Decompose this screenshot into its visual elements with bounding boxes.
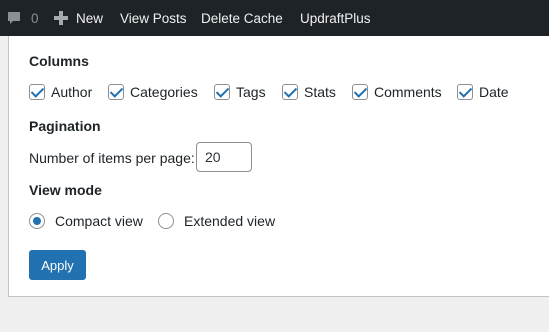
per-page-input[interactable] bbox=[196, 142, 252, 172]
columns-heading: Columns bbox=[29, 53, 89, 69]
admin-bar-delete-cache[interactable]: Delete Cache bbox=[201, 0, 283, 36]
column-toggle-author[interactable]: Author bbox=[29, 83, 92, 101]
screen-options-panel: Columns Author Categories Tags Stats Com… bbox=[8, 36, 549, 297]
admin-bar-updraftplus[interactable]: UpdraftPlus bbox=[300, 0, 371, 36]
tags-checkbox[interactable] bbox=[214, 84, 230, 100]
view-mode-heading: View mode bbox=[29, 182, 102, 198]
date-label: Date bbox=[479, 84, 509, 100]
per-page-label: Number of items per page: bbox=[29, 150, 195, 166]
admin-bar-comments[interactable]: 0 bbox=[6, 0, 39, 36]
author-label: Author bbox=[51, 84, 93, 100]
compact-view-radio[interactable] bbox=[29, 213, 45, 229]
admin-bar-view-posts[interactable]: View Posts bbox=[120, 0, 187, 36]
extended-view-radio[interactable] bbox=[158, 213, 174, 229]
admin-bar-new-label: New bbox=[76, 10, 104, 26]
categories-label: Categories bbox=[130, 84, 198, 100]
extended-view-label: Extended view bbox=[184, 213, 276, 229]
author-checkbox[interactable] bbox=[29, 84, 45, 100]
comments-count: 0 bbox=[31, 10, 39, 26]
plus-icon bbox=[54, 11, 68, 25]
stats-checkbox[interactable] bbox=[282, 84, 298, 100]
date-checkbox[interactable] bbox=[457, 84, 473, 100]
column-toggle-tags[interactable]: Tags bbox=[214, 83, 266, 101]
column-toggle-comments[interactable]: Comments bbox=[352, 83, 442, 101]
admin-bar-new[interactable]: New bbox=[54, 0, 103, 36]
comment-bubble-icon bbox=[8, 12, 20, 24]
column-toggle-categories[interactable]: Categories bbox=[108, 83, 198, 101]
admin-bar: 0 New View Posts Delete Cache UpdraftPlu… bbox=[0, 0, 549, 36]
view-mode-compact[interactable]: Compact view bbox=[29, 212, 143, 230]
apply-button[interactable]: Apply bbox=[29, 250, 86, 280]
pagination-heading: Pagination bbox=[29, 118, 101, 134]
column-toggle-stats[interactable]: Stats bbox=[282, 83, 336, 101]
comments-label: Comments bbox=[374, 84, 442, 100]
stats-label: Stats bbox=[304, 84, 336, 100]
column-toggle-date[interactable]: Date bbox=[457, 83, 509, 101]
categories-checkbox[interactable] bbox=[108, 84, 124, 100]
view-mode-extended[interactable]: Extended view bbox=[158, 212, 275, 230]
compact-view-label: Compact view bbox=[55, 213, 143, 229]
comments-checkbox[interactable] bbox=[352, 84, 368, 100]
tags-label: Tags bbox=[236, 84, 266, 100]
